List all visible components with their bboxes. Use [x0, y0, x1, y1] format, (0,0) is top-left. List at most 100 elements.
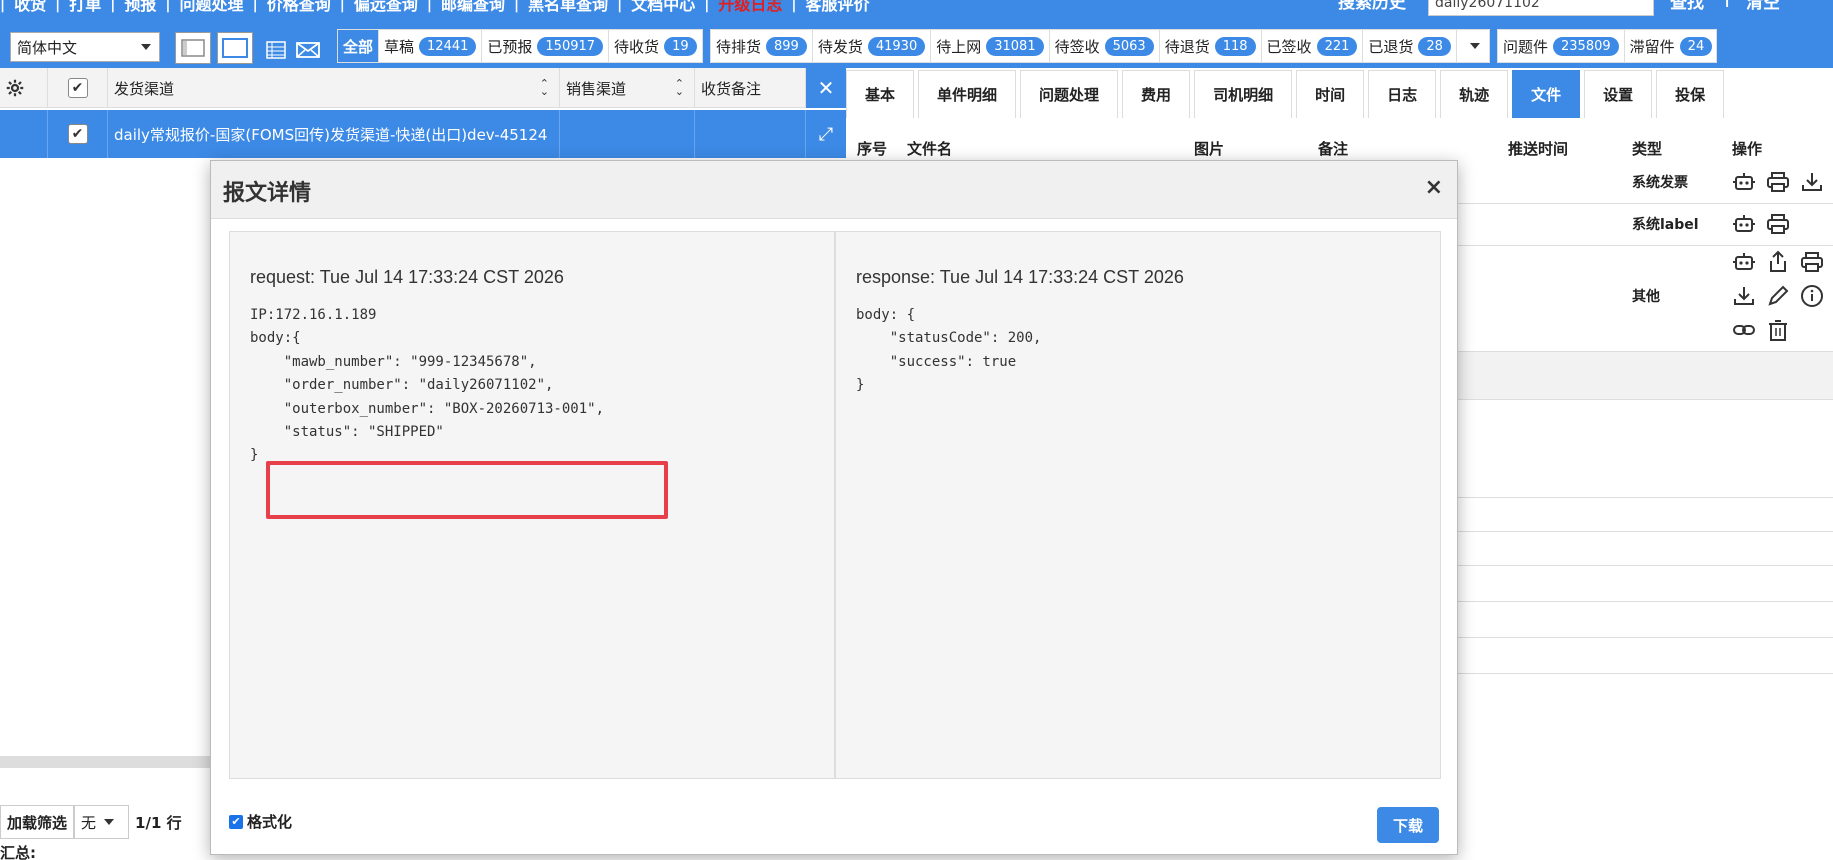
- pencil-icon[interactable]: [1766, 284, 1790, 308]
- nav-item-docs[interactable]: 文档中心: [622, 0, 704, 13]
- status-forecasted[interactable]: 已预报 150917: [482, 30, 610, 62]
- sort-icon[interactable]: ⌃ ⌄: [540, 78, 549, 97]
- expand-icon[interactable]: ⤢: [806, 110, 846, 158]
- select-all-checkbox-cell[interactable]: ✔: [48, 68, 108, 108]
- column-header-receive-note[interactable]: 收货备注: [695, 68, 806, 108]
- count-badge: 899: [766, 36, 807, 56]
- tab-issues[interactable]: 问题处理: [1020, 70, 1119, 118]
- tab-insurance[interactable]: 投保: [1656, 70, 1725, 118]
- sort-icon[interactable]: ⌃ ⌄: [675, 78, 684, 97]
- table-row[interactable]: ✔ daily常规报价-国家(FOMS回传)发货渠道-快递(出口)dev-451…: [0, 110, 806, 158]
- print-icon[interactable]: [1800, 250, 1824, 274]
- close-icon[interactable]: ×: [1425, 175, 1443, 200]
- status-label: 已预报: [487, 37, 533, 56]
- nav-item-changelog[interactable]: 升级日志: [709, 0, 791, 13]
- filter-select-value: 无: [81, 813, 97, 832]
- tab-track[interactable]: 轨迹: [1440, 70, 1509, 118]
- link-icon[interactable]: [1732, 318, 1756, 342]
- tab-files[interactable]: 文件: [1512, 70, 1581, 118]
- column-header-sales-channel[interactable]: 销售渠道 ⌃ ⌄: [560, 68, 695, 108]
- tab-driver[interactable]: 司机明细: [1194, 70, 1293, 118]
- filter-select[interactable]: 无: [74, 805, 130, 839]
- load-filter-button[interactable]: 加载筛选: [0, 805, 75, 839]
- nav-item-remote[interactable]: 偏远查询: [345, 0, 427, 13]
- nav-item-issues[interactable]: 问题处理: [171, 0, 253, 13]
- nav-item-feedback[interactable]: 客服评价: [797, 0, 879, 13]
- grid-settings[interactable]: [0, 68, 48, 108]
- table-icon[interactable]: [265, 40, 287, 60]
- count-badge: 24: [1679, 36, 1713, 56]
- format-checkbox[interactable]: ✔: [229, 814, 243, 829]
- status-problem[interactable]: 问题件 235809: [1498, 30, 1625, 62]
- share-icon[interactable]: [1766, 250, 1790, 274]
- nav-item-price[interactable]: 价格查询: [258, 0, 340, 13]
- nav-item-zipcode[interactable]: 邮编查询: [432, 0, 514, 13]
- tab-fees[interactable]: 费用: [1122, 70, 1191, 118]
- trash-icon[interactable]: [1766, 318, 1790, 342]
- request-pane: request: Tue Jul 14 17:33:24 CST 2026 IP…: [229, 231, 835, 779]
- info-icon[interactable]: [1800, 284, 1824, 308]
- column-header-label: 发货渠道: [114, 79, 175, 98]
- view-toggle-single[interactable]: [217, 32, 253, 64]
- search-input[interactable]: daily26071102: [1428, 0, 1654, 16]
- chevron-down-icon: [141, 44, 151, 50]
- tab-settings[interactable]: 设置: [1584, 70, 1653, 118]
- file-table-header: 序号 文件名 图片 备注 推送时间 类型 操作: [846, 134, 1833, 162]
- status-pending-ship[interactable]: 待发货 41930: [813, 30, 932, 62]
- close-panel-button[interactable]: ✕: [806, 68, 846, 108]
- tab-time[interactable]: 时间: [1296, 70, 1365, 118]
- status-all[interactable]: 全部: [338, 30, 380, 62]
- filter-bar: 加载筛选 无 1/1 行: [0, 804, 188, 840]
- response-body: body: { "statusCode": 200, "success": tr…: [856, 307, 1042, 394]
- tab-items[interactable]: 单件明细: [918, 70, 1017, 118]
- status-more-dropdown[interactable]: [1457, 30, 1493, 62]
- search-history-link[interactable]: 搜索历史: [1338, 0, 1406, 13]
- nav-item-receive[interactable]: 收货: [5, 0, 55, 13]
- status-label: 已签收: [1266, 37, 1312, 56]
- row-checkbox-cell[interactable]: ✔: [48, 110, 108, 158]
- status-signed[interactable]: 已签收 221: [1262, 30, 1364, 62]
- column-header-ship-channel[interactable]: 发货渠道 ⌃ ⌄: [108, 68, 560, 108]
- format-toggle[interactable]: ✔ 格式化: [229, 811, 292, 832]
- status-pending-online[interactable]: 待上网 31081: [931, 30, 1050, 62]
- robot-icon[interactable]: [1732, 250, 1756, 274]
- download-button[interactable]: 下载: [1377, 807, 1439, 843]
- status-pending-arrange[interactable]: 待排货 899: [711, 30, 813, 62]
- print-icon[interactable]: [1766, 170, 1790, 194]
- nav-item-print[interactable]: 打单: [60, 0, 110, 13]
- status-label: 待排货: [716, 37, 762, 56]
- tab-log[interactable]: 日志: [1368, 70, 1437, 118]
- column-header-type: 类型: [1632, 140, 1663, 158]
- tab-basic[interactable]: 基本: [846, 70, 915, 118]
- nav-item-forecast[interactable]: 预报: [115, 0, 165, 13]
- row-checkbox[interactable]: ✔: [67, 124, 88, 144]
- status-pending-sign[interactable]: 待签收 5063: [1050, 30, 1160, 62]
- view-toggle-split[interactable]: [175, 32, 211, 64]
- mail-icon[interactable]: [296, 41, 320, 59]
- nav-item-blacklist[interactable]: 黑名单查询: [519, 0, 617, 13]
- count-badge: 5063: [1104, 36, 1154, 56]
- status-returned[interactable]: 已退货 28: [1363, 30, 1457, 62]
- status-pending-return[interactable]: 待退货 118: [1160, 30, 1262, 62]
- robot-icon[interactable]: [1732, 170, 1756, 194]
- search-button[interactable]: 查找: [1670, 0, 1704, 13]
- status-label: 待收货: [614, 37, 660, 56]
- clear-button[interactable]: 清空: [1746, 0, 1780, 13]
- modal-header: 报文详情 ×: [211, 161, 1457, 219]
- download-icon[interactable]: [1732, 284, 1756, 308]
- column-header-filename: 文件名: [907, 140, 953, 158]
- request-body: IP:172.16.1.189 body:{ "mawb_number": "9…: [250, 307, 605, 464]
- status-filter-group-1: 全部 草稿 12441 已预报 150917 待收货 19: [337, 29, 703, 63]
- download-icon[interactable]: [1800, 170, 1824, 194]
- chevron-down-icon: [104, 819, 115, 825]
- chevron-down-icon: [1469, 43, 1480, 49]
- status-stranded[interactable]: 滞留件 24: [1625, 30, 1718, 62]
- status-draft[interactable]: 草稿 12441: [379, 30, 483, 62]
- status-label: 草稿: [384, 37, 415, 56]
- print-icon[interactable]: [1766, 212, 1790, 236]
- status-pending-receive[interactable]: 待收货 19: [609, 30, 702, 62]
- select-all-checkbox[interactable]: ✔: [67, 78, 88, 98]
- robot-icon[interactable]: [1732, 212, 1756, 236]
- nav-separator: |: [1724, 0, 1730, 8]
- language-select[interactable]: 简体中文: [10, 32, 160, 62]
